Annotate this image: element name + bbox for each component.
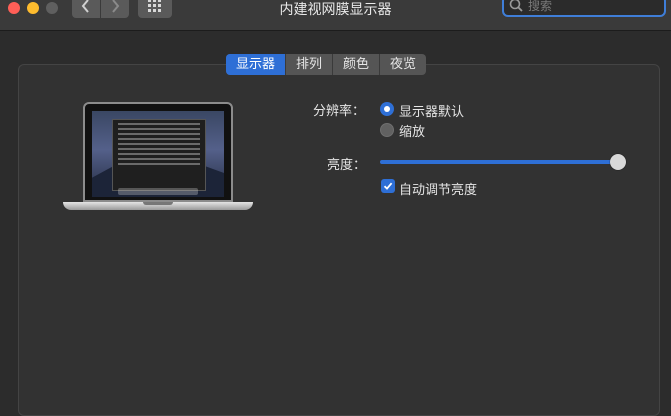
- radio-scaled-label[interactable]: 缩放: [399, 121, 425, 140]
- tab-bar: 显示器 排列 颜色 夜览: [226, 54, 427, 75]
- tab-display[interactable]: 显示器: [226, 54, 286, 75]
- search-input[interactable]: [528, 0, 658, 15]
- auto-brightness-checkbox[interactable]: [381, 179, 395, 193]
- checkmark-icon: [383, 182, 393, 190]
- screen-window: [112, 119, 206, 191]
- auto-brightness-label[interactable]: 自动调节亮度: [399, 179, 477, 198]
- search-icon: [509, 0, 523, 12]
- radio-scaled[interactable]: [380, 123, 394, 137]
- brightness-slider-track[interactable]: [380, 160, 618, 164]
- laptop-lid: [83, 102, 233, 202]
- tab-color[interactable]: 颜色: [332, 54, 379, 75]
- laptop-image: [63, 102, 253, 214]
- resolution-label: 分辨率：: [313, 104, 366, 119]
- brightness-label: 亮度：: [327, 158, 367, 173]
- tab-night-shift[interactable]: 夜览: [379, 54, 426, 75]
- brightness-slider-knob[interactable]: [610, 154, 626, 170]
- tab-arrangement[interactable]: 排列: [285, 54, 332, 75]
- laptop-screen: [92, 111, 224, 197]
- title-bar: 内建视网膜显示器: [0, 0, 671, 31]
- radio-default-resolution[interactable]: [380, 102, 394, 116]
- search-field[interactable]: [502, 0, 666, 17]
- radio-default-label[interactable]: 显示器默认: [399, 101, 464, 120]
- dock: [118, 188, 198, 195]
